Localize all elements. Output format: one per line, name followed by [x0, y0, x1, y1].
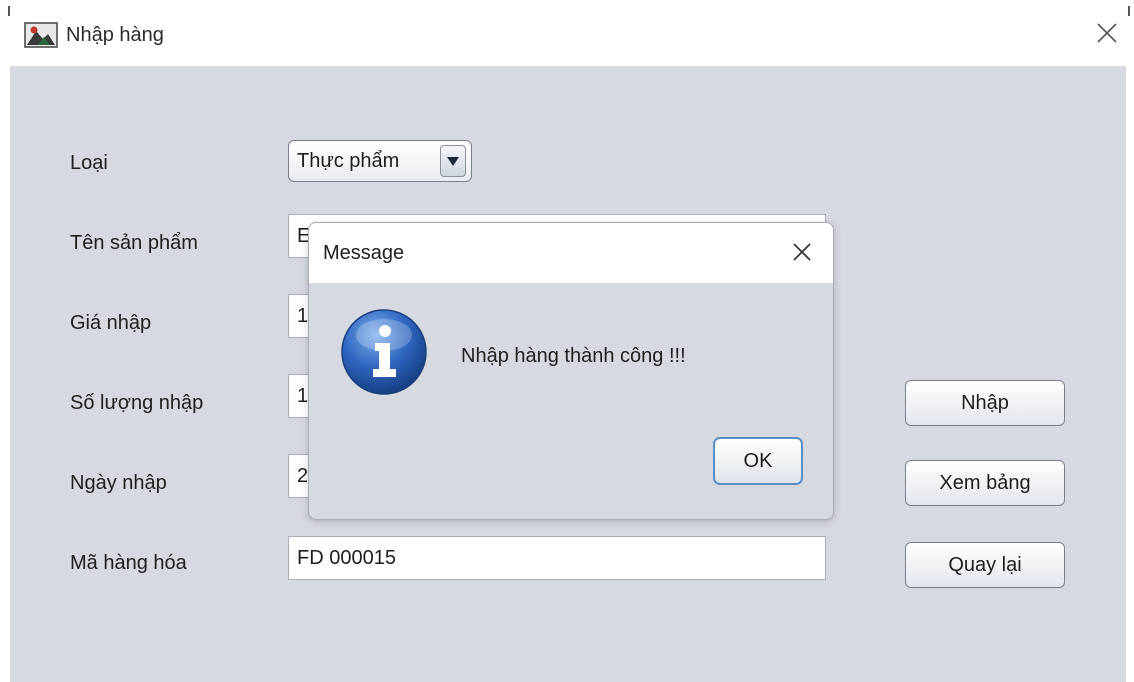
import-button[interactable]: Nhập	[905, 380, 1065, 426]
chevron-down-icon	[447, 157, 459, 166]
close-icon[interactable]	[1092, 18, 1122, 48]
dialog-title: Message	[323, 242, 405, 264]
import-quantity-label: Số lượng nhập	[70, 392, 204, 414]
ok-button[interactable]: OK	[713, 437, 803, 485]
import-date-label: Ngày nhập	[70, 472, 167, 494]
window-corner-mark	[1128, 6, 1130, 16]
product-name-label: Tên sản phẩm	[70, 232, 198, 254]
import-price-label: Giá nhập	[70, 312, 152, 334]
product-code-label: Mã hàng hóa	[70, 552, 187, 574]
type-select-value: Thực phẩm	[297, 150, 400, 172]
close-icon[interactable]	[787, 237, 817, 267]
type-select[interactable]: Thực phẩm	[288, 140, 472, 182]
dialog-titlebar: Message	[309, 223, 833, 283]
back-button[interactable]: Quay lại	[905, 542, 1065, 588]
type-label: Loại	[70, 152, 108, 174]
view-table-button[interactable]: Xem bảng	[905, 460, 1065, 506]
message-dialog: Message Nhập hàng thành công !!! OK	[308, 222, 834, 520]
window-titlebar: Nhập hàng	[0, 0, 1134, 66]
product-code-field[interactable]: FD 000015	[288, 536, 826, 580]
type-select-arrow-button[interactable]	[440, 145, 466, 177]
window-title: Nhập hàng	[66, 24, 164, 46]
app-icon	[24, 22, 58, 48]
info-icon	[341, 309, 427, 395]
dialog-message: Nhập hàng thành công !!!	[461, 345, 686, 367]
window-corner-mark	[8, 6, 10, 16]
